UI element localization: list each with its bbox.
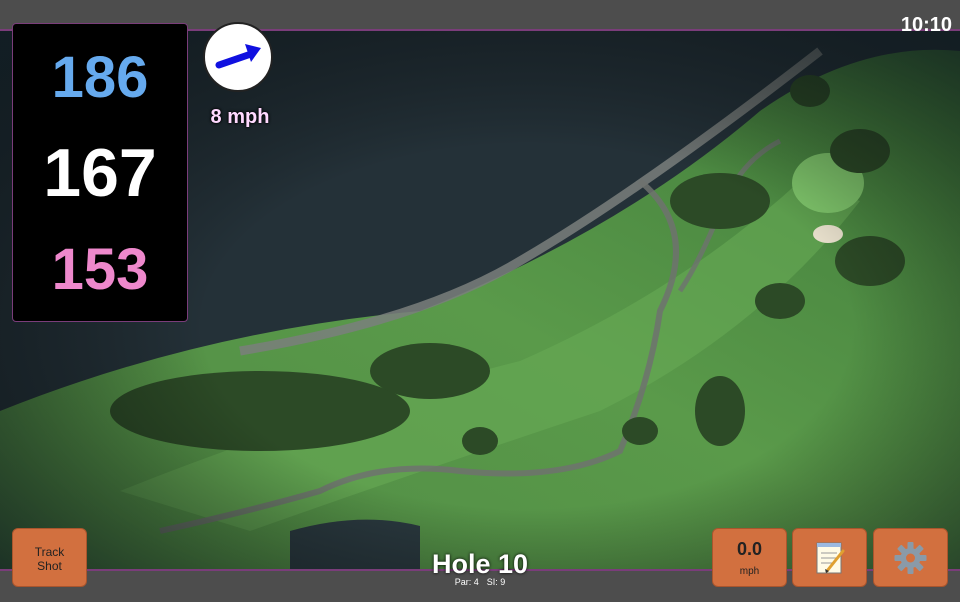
hole-info: Par: 4 SI: 9 [380,577,580,587]
speed-value: 0.0 [736,539,763,559]
wind-direction-arrow-icon [215,44,261,69]
par-label: Par: 4 [454,577,479,587]
clock: 10:10 [900,14,952,36]
track-shot-button[interactable]: Track Shot [12,528,87,587]
speed-unit: mph [739,566,760,577]
front-distance: 153 [51,237,149,302]
notepad-icon [816,542,845,574]
speed-button[interactable]: 0.0 mph [712,528,787,587]
gear-icon [894,542,927,574]
notes-button[interactable] [792,528,867,587]
track-shot-label: Track Shot [34,545,65,573]
middle-distance: 167 [43,135,157,211]
wind-speed: 8 mph [210,106,270,128]
back-distance: 186 [51,45,149,110]
settings-button[interactable] [873,528,948,587]
distance-panel: 186 167 153 [12,23,188,322]
hole-title: Hole 10 [431,549,529,579]
wind-indicator [203,22,273,92]
stroke-index-label: SI: 9 [486,577,506,587]
